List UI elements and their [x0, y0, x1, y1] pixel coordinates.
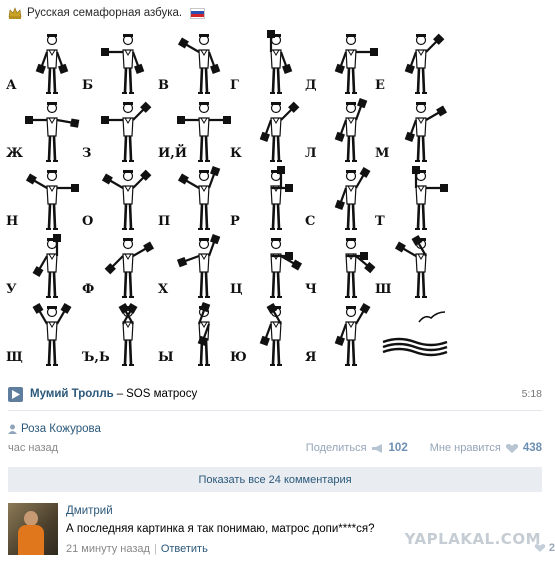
semaphore-letter-label: Ы: [158, 350, 174, 365]
user-icon: [8, 424, 17, 434]
sailor-figure-icon: [404, 33, 445, 94]
russia-flag-icon: [190, 7, 206, 19]
comment-like-count[interactable]: 2: [549, 542, 555, 554]
heart-icon[interactable]: [534, 543, 546, 553]
semaphore-letter-label: А: [6, 78, 17, 93]
post-title: Русская семафорная азбука.: [27, 7, 183, 19]
share-label[interactable]: Поделиться: [306, 442, 367, 454]
semaphore-letter-label: Б: [82, 78, 94, 93]
semaphore-letter-label: М: [375, 146, 390, 161]
post-time[interactable]: час назад: [8, 442, 58, 454]
semaphore-letter-label: Г: [230, 78, 239, 93]
semaphore-letter-label: Х: [158, 282, 169, 297]
semaphore-letter-label: К: [230, 146, 242, 161]
semaphore-letter-label: Ф: [82, 282, 95, 297]
like-count[interactable]: 438: [523, 442, 542, 454]
semaphore-letter-label: Ж: [6, 146, 24, 161]
semaphore-letter-label: И,Й: [158, 146, 188, 161]
post-header: Русская семафорная азбука.: [8, 4, 206, 22]
play-icon[interactable]: [8, 386, 23, 402]
semaphore-letter-label: Ч: [305, 282, 317, 297]
semaphore-letter-label: В: [158, 78, 169, 93]
sailor-figure-icon: [394, 234, 427, 298]
semaphore-letter-label: Н: [6, 214, 19, 229]
comment-time[interactable]: 21 минуту назад: [66, 543, 150, 555]
share-count[interactable]: 102: [389, 442, 408, 454]
semaphore-letter-label: У: [6, 282, 17, 297]
semaphore-letter-cell: Е: [375, 28, 465, 96]
reply-link[interactable]: Ответить: [161, 543, 208, 555]
show-all-comments-button[interactable]: Показать все 24 комментария: [8, 467, 542, 492]
crown-icon: [8, 7, 22, 19]
megaphone-icon[interactable]: [371, 443, 385, 454]
semaphore-letter-cell: Ш: [375, 232, 465, 300]
divider: [8, 410, 542, 411]
comment-meta: 21 минуту назад | Ответить: [66, 543, 208, 555]
semaphore-letter-label: Л: [305, 146, 317, 161]
semaphore-letter-label: П: [158, 214, 171, 229]
like-label[interactable]: Мне нравится: [430, 442, 501, 454]
semaphore-letter-label: Ц: [230, 282, 243, 297]
semaphore-letter-cell: Т: [375, 164, 465, 232]
semaphore-letter-label: Е: [375, 78, 385, 93]
audio-separator: –: [116, 388, 124, 400]
post-meta: час назад Поделиться 102 Мне нравится 43…: [8, 440, 542, 456]
semaphore-letter-label: Ю: [230, 350, 247, 365]
avatar[interactable]: [8, 503, 58, 555]
semaphore-letter-label: Щ: [6, 350, 23, 365]
audio-attachment[interactable]: Мумий Тролль – SOS матросу 5:18: [8, 385, 542, 403]
post-author-name[interactable]: Роза Кожурова: [21, 423, 101, 435]
seagull-waves-icon: [375, 300, 465, 368]
semaphore-letter-label: Я: [305, 350, 317, 365]
comment-like[interactable]: 2: [534, 542, 555, 554]
heart-icon[interactable]: [505, 443, 519, 454]
semaphore-letter-label: Д: [305, 78, 317, 93]
watermark: YAPLAKAL.COM: [404, 530, 541, 548]
comment-author[interactable]: Дмитрий: [66, 505, 113, 517]
semaphore-letter-label: Ш: [375, 282, 392, 297]
semaphore-letter-label: С: [305, 214, 316, 229]
audio-duration: 5:18: [521, 388, 542, 400]
post-actions: Поделиться 102 Мне нравится 438: [306, 442, 542, 454]
semaphore-letter-label: Т: [375, 214, 385, 229]
semaphore-letter-label: Р: [230, 214, 240, 229]
semaphore-letter-cell: М: [375, 96, 465, 164]
comment-text: А последняя картинка я так понимаю, матр…: [66, 523, 375, 535]
post-author[interactable]: Роза Кожурова: [8, 423, 101, 435]
comment-meta-separator: |: [153, 543, 157, 555]
audio-artist[interactable]: Мумий Тролль: [30, 388, 114, 400]
semaphore-letter-label: О: [82, 214, 94, 229]
sailor-figure-icon: [412, 166, 448, 230]
sailor-figure-icon: [404, 102, 448, 162]
audio-track-title[interactable]: SOS матросу: [126, 388, 197, 400]
semaphore-chart: А Б В Г Д Е Ж З И,Й К Л М Н О П Р С Т У Ф Х Ц Ч Ш Щ Ъ,Ь Ы Ю Я: [0, 28, 555, 373]
semaphore-letter-label: З: [82, 146, 92, 161]
semaphore-letter-label: Ъ,Ь: [82, 350, 110, 365]
